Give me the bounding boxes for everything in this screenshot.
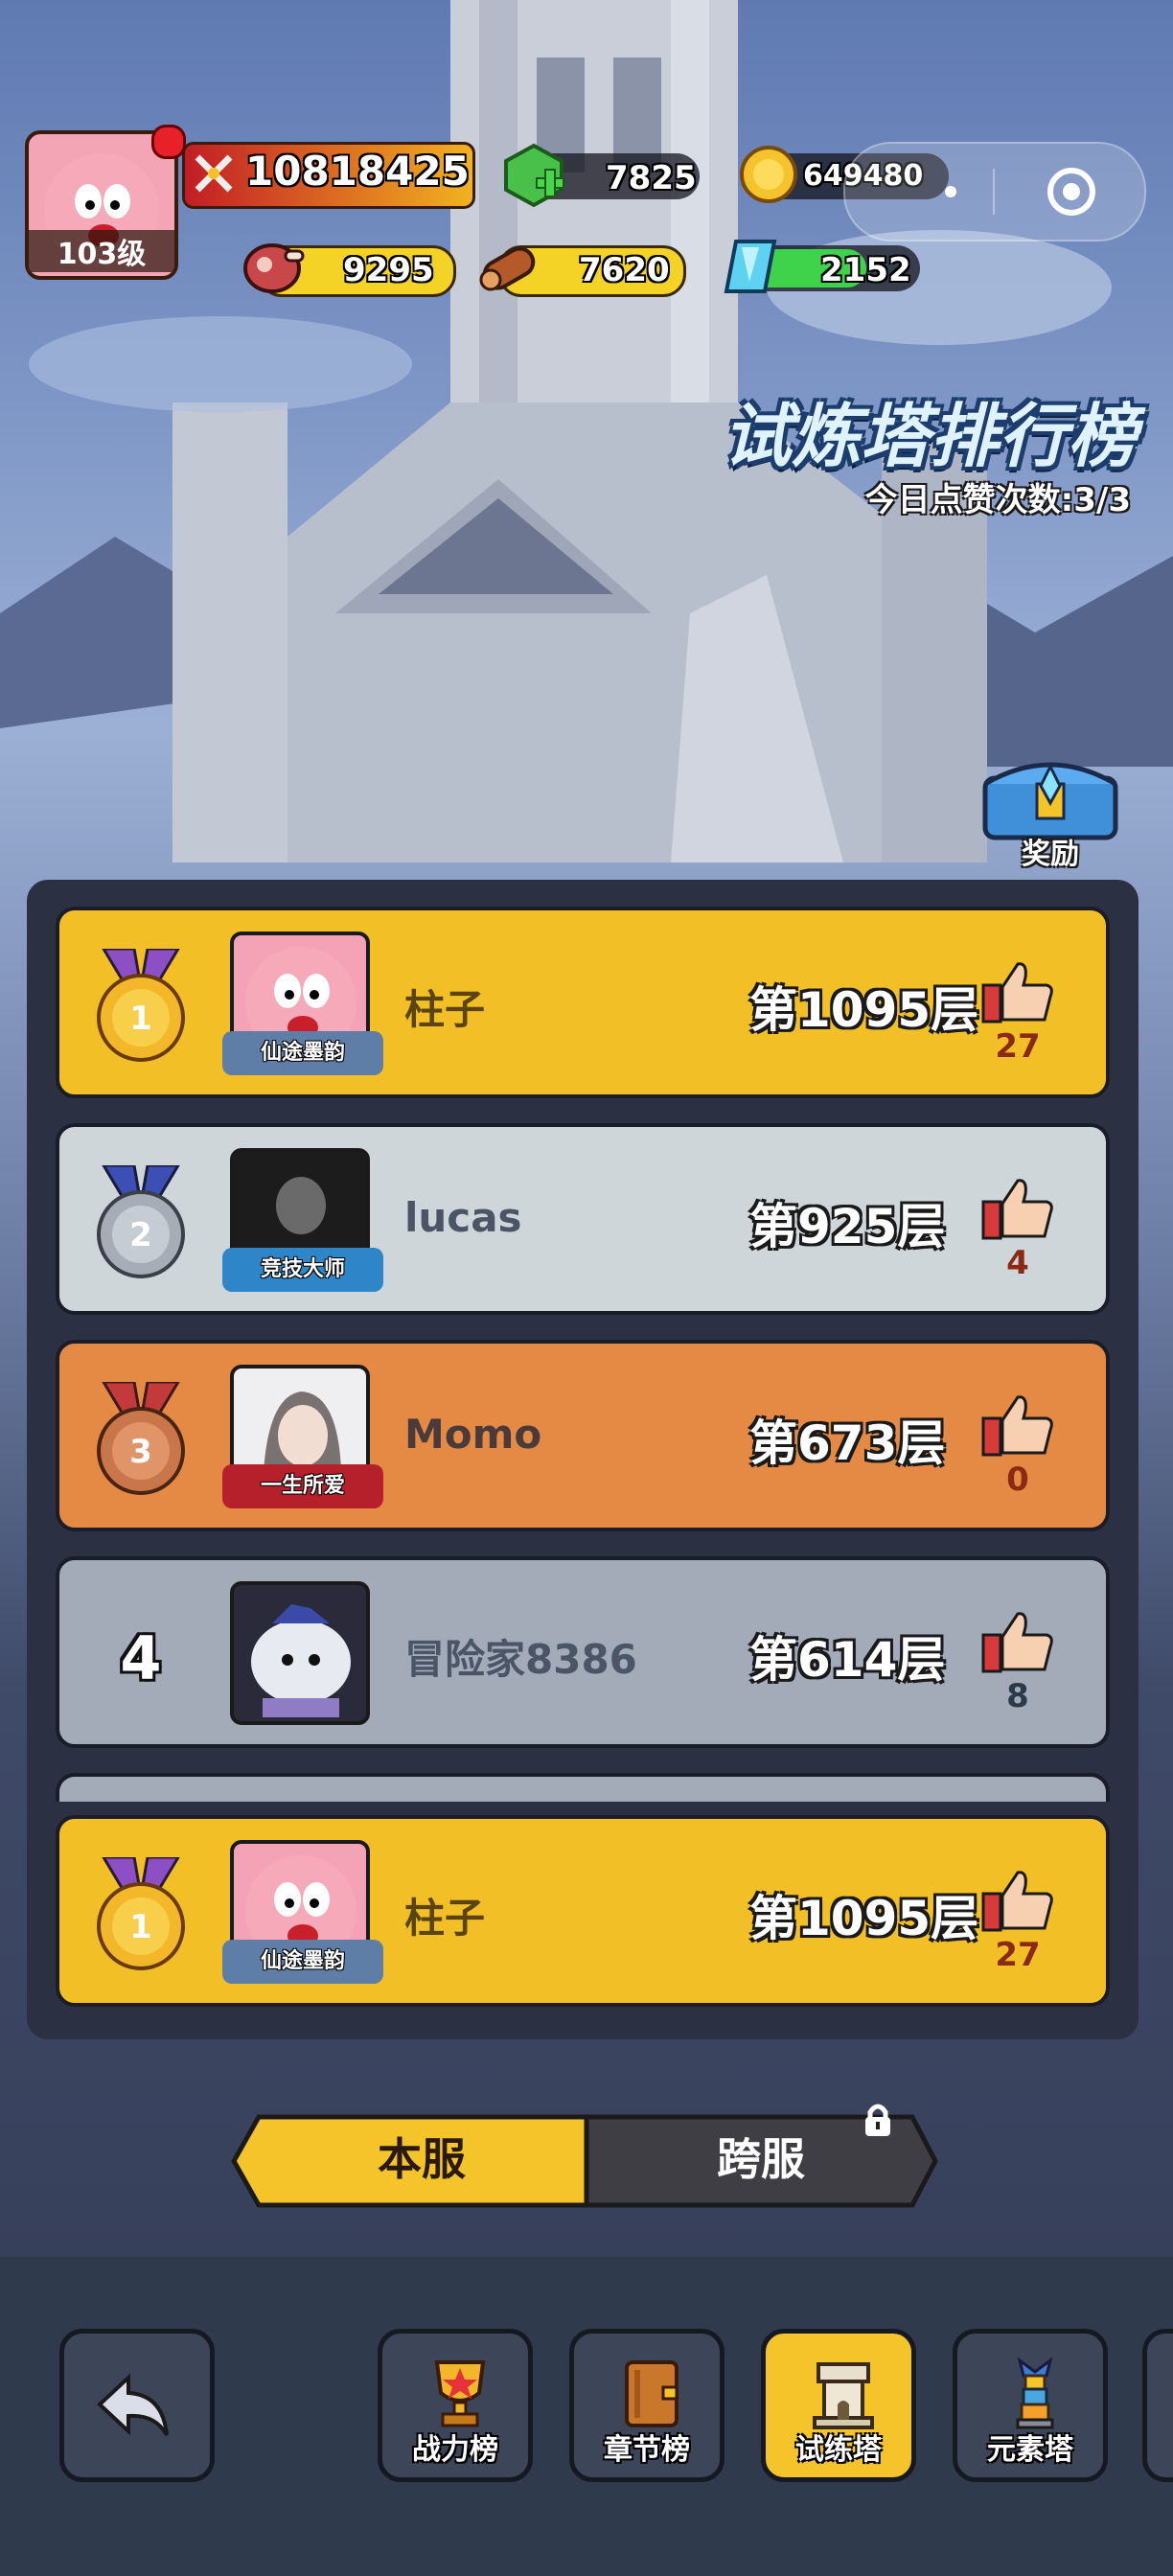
nav-chapter-ranking[interactable]: 章节榜	[569, 2329, 724, 2482]
like-count: 0	[1006, 1460, 1029, 1499]
like-count: 27	[995, 1936, 1041, 1974]
floor-reached: 第925层	[749, 1199, 946, 1254]
leaderboard-row[interactable]: 3 一生所爱 Momo 第673层 0	[56, 1340, 1110, 1531]
reward-label: 奖励	[1022, 838, 1079, 871]
daily-like-count: 今日点赞次数:3/3	[864, 481, 1131, 519]
gold-medal-icon: 1	[88, 947, 194, 1064]
floor-reached: 第614层	[749, 1632, 946, 1688]
player-name: 冒险家8386	[404, 1636, 637, 1683]
nav-label: 战力榜	[412, 2433, 498, 2467]
floor-reached: 第1095层	[749, 1891, 979, 1946]
wood-value: 7620	[579, 251, 670, 289]
title-badge: 竞技大师	[222, 1248, 383, 1292]
notification-dot	[151, 125, 186, 159]
svg-text:1: 1	[129, 1908, 152, 1946]
bronze-medal-icon: 3	[88, 1380, 194, 1497]
crossed-swords-icon	[192, 151, 236, 196]
like-count: 4	[1006, 1244, 1029, 1282]
crystal-value: 2152	[820, 251, 911, 289]
leaderboard-panel: 1 仙途墨韵 柱子 第1095层 27 2 竞技大师 lucas 第925层 4…	[27, 880, 1138, 2039]
meat-value: 9295	[343, 251, 434, 289]
like-count: 8	[1006, 1677, 1029, 1715]
leaderboard-row[interactable]: 2 竞技大师 lucas 第925层 4	[56, 1123, 1110, 1315]
player-name: 柱子	[404, 986, 486, 1033]
nav-element-tower[interactable]: 元素塔	[953, 2329, 1108, 2482]
svg-text:2: 2	[129, 1216, 152, 1254]
back-arrow-icon	[97, 2373, 169, 2437]
floor-reached: 第673层	[749, 1415, 946, 1471]
leaderboard-row[interactable]: 4 冒险家8386 第614层 8	[56, 1556, 1110, 1748]
floor-reached: 第1095层	[749, 982, 979, 1038]
back-button[interactable]	[59, 2329, 215, 2482]
my-rank-row[interactable]: 1 仙途墨韵 柱子 第1095层 27	[56, 1815, 1110, 2007]
nav-power-ranking[interactable]: 战力榜	[378, 2329, 533, 2482]
player-name: 柱子	[404, 1895, 486, 1942]
miniprogram-capsule[interactable]	[843, 142, 1146, 242]
reward-chest-button[interactable]: 奖励	[976, 746, 1125, 871]
lock-icon	[861, 2101, 895, 2139]
thumbs-up-icon[interactable]	[979, 1392, 1056, 1459]
treasure-chest-icon	[982, 762, 1118, 840]
title-badge: 仙途墨韵	[222, 1940, 383, 1984]
thumbs-up-icon[interactable]	[979, 1867, 1056, 1934]
title-badge: 仙途墨韵	[222, 1031, 383, 1075]
nav-label: 试练塔	[795, 2433, 882, 2467]
title-badge: 一生所爱	[222, 1464, 383, 1508]
fluffy-creature-avatar-icon	[251, 1604, 351, 1717]
blue-crystal-icon	[717, 234, 784, 301]
scroll-peek-row	[56, 1773, 1110, 1802]
tower-icon	[813, 2362, 874, 2429]
player-level: 103级	[29, 230, 174, 272]
green-gem-plus-icon[interactable]	[500, 142, 567, 209]
nav-more-peek	[1142, 2329, 1173, 2482]
thumbs-up-icon[interactable]	[979, 1608, 1056, 1675]
tab-local-server[interactable]: 本服	[259, 2113, 585, 2205]
leaderboard-row[interactable]: 1 仙途墨韵 柱子 第1095层 27	[56, 907, 1110, 1098]
like-count: 27	[995, 1027, 1041, 1066]
more-options-icon[interactable]	[893, 180, 979, 203]
gems-value: 7825	[606, 159, 697, 197]
trophy-icon	[434, 2360, 486, 2427]
nav-label: 章节榜	[604, 2433, 690, 2467]
player-name: Momo	[404, 1411, 542, 1458]
silver-medal-icon: 2	[88, 1163, 194, 1280]
gold-medal-icon: 1	[88, 1855, 194, 1972]
player-name: lucas	[404, 1194, 522, 1241]
nav-trial-tower[interactable]: 试练塔	[761, 2329, 916, 2482]
combat-power-value: 10818425	[245, 148, 470, 195]
nav-label: 元素塔	[987, 2433, 1073, 2467]
close-miniprogram-icon[interactable]	[1045, 165, 1098, 218]
rank-number: 4	[120, 1623, 162, 1693]
book-icon	[625, 2360, 678, 2427]
meat-icon	[238, 234, 307, 303]
svg-text:3: 3	[129, 1433, 152, 1471]
gold-coin-icon	[738, 144, 799, 205]
thumbs-up-icon[interactable]	[979, 1175, 1056, 1242]
wood-log-icon	[473, 232, 544, 303]
player-avatar[interactable]	[230, 1581, 370, 1725]
svg-text:1: 1	[129, 1000, 152, 1038]
thumbs-up-icon[interactable]	[979, 958, 1056, 1025]
page-title: 试炼塔排行榜	[722, 396, 1137, 476]
element-tower-icon	[1016, 2357, 1054, 2429]
